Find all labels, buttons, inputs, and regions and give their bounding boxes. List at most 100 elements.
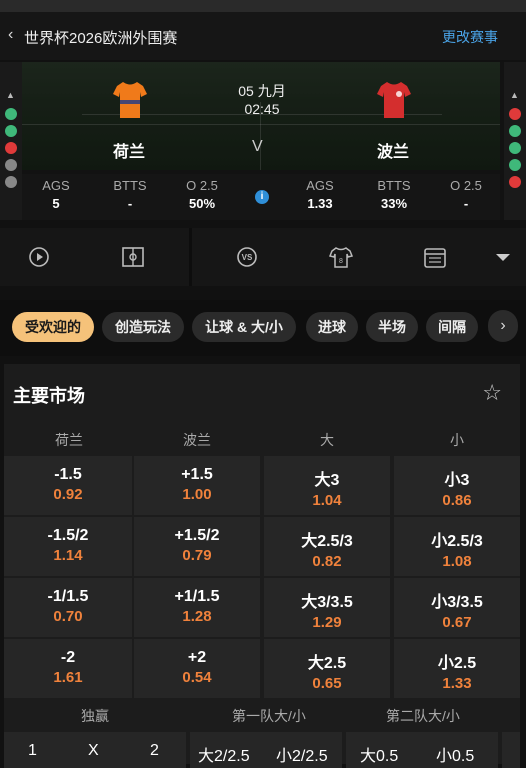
- info-icon[interactable]: i: [255, 190, 269, 204]
- change-competition-link[interactable]: 更改赛事: [442, 27, 498, 47]
- svg-text:VS: VS: [242, 253, 253, 262]
- form-dot: [5, 108, 17, 120]
- under-cell[interactable]: 小3 0.86: [394, 456, 520, 515]
- chip-bet-builder[interactable]: 创造玩法: [102, 312, 184, 342]
- chip-popular[interactable]: 受欢迎的: [12, 312, 94, 342]
- stat-label: BTTS: [113, 178, 147, 193]
- market-category-chips: 受欢迎的 创造玩法 让球 & 大/小 进球 半场 间隔 ›: [0, 300, 526, 356]
- team1-ou-option[interactable]: 小2/2.5: [276, 742, 328, 766]
- chevron-right-icon[interactable]: ›: [488, 310, 518, 342]
- form-dot: [509, 125, 521, 137]
- home-handicap-cell[interactable]: -1.5/2 1.14: [4, 517, 132, 576]
- team1-ou-option[interactable]: 大2/2.5: [198, 742, 250, 766]
- away-handicap-cell[interactable]: +1.5/2 0.79: [134, 517, 260, 576]
- form-dot: [509, 176, 521, 188]
- chip-half[interactable]: 半场: [366, 312, 418, 342]
- odds-value: 0.79: [182, 547, 212, 564]
- sub-header-team2: 第二队大/小: [386, 708, 460, 724]
- team2-ou-option[interactable]: 小0.5: [436, 742, 474, 766]
- chevron-up-icon[interactable]: ▲: [510, 90, 519, 100]
- away-form-strip: ▲: [504, 62, 526, 220]
- away-jersey-icon: [377, 82, 411, 118]
- line-value: +1.5: [181, 466, 213, 483]
- stat-value: 1.33: [307, 196, 333, 211]
- chip-goals[interactable]: 进球: [306, 312, 358, 342]
- star-icon[interactable]: ☆: [482, 380, 502, 406]
- stat-value: 5: [52, 196, 60, 211]
- home-stat-over: O 2.5 50%: [172, 178, 232, 211]
- stat-value: -: [463, 196, 469, 211]
- play-icon[interactable]: [26, 244, 52, 270]
- form-dot: [5, 125, 17, 137]
- under-cell[interactable]: 小2.5/3 1.08: [394, 517, 520, 576]
- winner-option[interactable]: 2: [150, 742, 159, 760]
- form-dot: [5, 176, 17, 188]
- odds-value: 0.70: [53, 608, 83, 625]
- away-stat-over: O 2.5 -: [436, 178, 496, 211]
- chip-interval[interactable]: 间隔: [426, 312, 478, 342]
- over-cell[interactable]: 大3 1.04: [264, 456, 390, 515]
- under-cell[interactable]: 小3/3.5 0.67: [394, 578, 520, 637]
- pitch-icon[interactable]: [120, 244, 146, 270]
- stat-label: O 2.5: [450, 178, 482, 193]
- chip-handicap-ou[interactable]: 让球 & 大/小: [192, 312, 296, 342]
- line-value: 小2.5/3: [431, 533, 483, 550]
- column-header: 波兰: [183, 432, 211, 448]
- odds-value: 0.67: [442, 614, 472, 631]
- team2-ou-option[interactable]: 大0.5: [360, 742, 398, 766]
- line-value: 小3/3.5: [431, 594, 483, 611]
- away-handicap-cell[interactable]: +1/1.5 1.28: [134, 578, 260, 637]
- line-value: +2: [187, 649, 207, 666]
- home-form-strip: ▲: [0, 62, 22, 220]
- icon-toolbar: VS 8: [0, 228, 526, 286]
- column-header: 小: [450, 432, 464, 448]
- column-header: 大: [320, 432, 334, 448]
- line-value: 小3: [444, 472, 470, 489]
- winner-option[interactable]: X: [88, 742, 99, 760]
- jersey-icon[interactable]: 8: [328, 244, 354, 270]
- winner-option[interactable]: 1: [28, 742, 37, 760]
- odds-value: 1.61: [53, 669, 83, 686]
- versus-label: V: [252, 138, 263, 155]
- odds-value: 0.86: [442, 492, 472, 509]
- line-value: 大2.5/3: [301, 533, 353, 550]
- chevron-up-icon[interactable]: ▲: [6, 90, 15, 100]
- away-stat-btts: BTTS 33%: [364, 178, 424, 211]
- over-cell[interactable]: 大2.5/3 0.82: [264, 517, 390, 576]
- divider: [189, 228, 192, 286]
- away-handicap-cell[interactable]: +1.5 1.00: [134, 456, 260, 515]
- home-handicap-cell[interactable]: -1.5 0.92: [4, 456, 132, 515]
- calendar-icon[interactable]: [422, 244, 448, 270]
- odds-value: 1.14: [53, 547, 83, 564]
- stat-label: AGS: [306, 178, 334, 193]
- odds-value: 0.65: [312, 675, 342, 692]
- line-value: +1/1.5: [174, 588, 220, 605]
- odds-value: 1.28: [182, 608, 212, 625]
- away-handicap-cell[interactable]: +2 0.54: [134, 639, 260, 698]
- line-value: +1.5/2: [174, 527, 220, 544]
- dropdown-icon[interactable]: [490, 244, 516, 270]
- home-jersey-icon: [113, 82, 147, 118]
- over-cell[interactable]: 大3/3.5 1.29: [264, 578, 390, 637]
- match-header: ▲ 荷兰 波兰 05 九月 02:45 V AGS 5 BTTS - O 2.5: [0, 62, 526, 220]
- form-dot: [5, 142, 17, 154]
- competition-title[interactable]: 世界杯2026欧洲外围赛: [24, 27, 177, 48]
- odds-value: 0.92: [53, 486, 83, 503]
- line-value: -1.5/2: [47, 527, 89, 544]
- svg-text:8: 8: [339, 258, 343, 265]
- chevron-left-icon[interactable]: ‹: [8, 26, 13, 44]
- vs-icon[interactable]: VS: [234, 244, 260, 270]
- line-value: -1.5: [54, 466, 82, 483]
- line-value: 大3: [314, 472, 340, 489]
- sub-header-winner: 独赢: [81, 708, 109, 724]
- odds-value: 1.29: [312, 614, 342, 631]
- home-handicap-cell[interactable]: -1/1.5 0.70: [4, 578, 132, 637]
- line-value: 大2.5: [307, 655, 347, 672]
- stat-value: 50%: [188, 196, 216, 211]
- under-cell[interactable]: 小2.5 1.33: [394, 639, 520, 698]
- form-dot: [5, 159, 17, 171]
- odds-value: 1.04: [312, 492, 342, 509]
- over-cell[interactable]: 大2.5 0.65: [264, 639, 390, 698]
- away-team-name: 波兰: [377, 144, 410, 161]
- home-handicap-cell[interactable]: -2 1.61: [4, 639, 132, 698]
